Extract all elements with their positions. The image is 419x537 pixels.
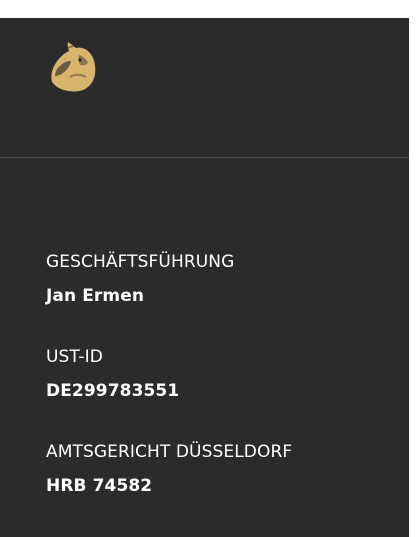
page: GESCHÄFTSFÜHRUNG Jan Ermen UST-ID DE2997… xyxy=(0,0,419,537)
management-block: GESCHÄFTSFÜHRUNG Jan Ermen xyxy=(46,245,292,313)
court-block: AMTSGERICHT DÜSSELDORF HRB 74582 xyxy=(46,435,292,503)
court-label: AMTSGERICHT DÜSSELDORF xyxy=(46,442,293,462)
horse-head-icon xyxy=(40,32,104,96)
vat-value: DE299783551 xyxy=(46,381,180,401)
court-value: HRB 74582 xyxy=(46,476,153,496)
vat-block: UST-ID DE299783551 xyxy=(46,340,292,408)
panel-divider xyxy=(0,157,409,158)
management-value: Jan Ermen xyxy=(46,286,145,306)
management-label: GESCHÄFTSFÜHRUNG xyxy=(46,252,235,272)
vat-label: UST-ID xyxy=(46,347,103,367)
company-info: GESCHÄFTSFÜHRUNG Jan Ermen UST-ID DE2997… xyxy=(46,245,292,530)
footer-panel: GESCHÄFTSFÜHRUNG Jan Ermen UST-ID DE2997… xyxy=(0,18,409,537)
